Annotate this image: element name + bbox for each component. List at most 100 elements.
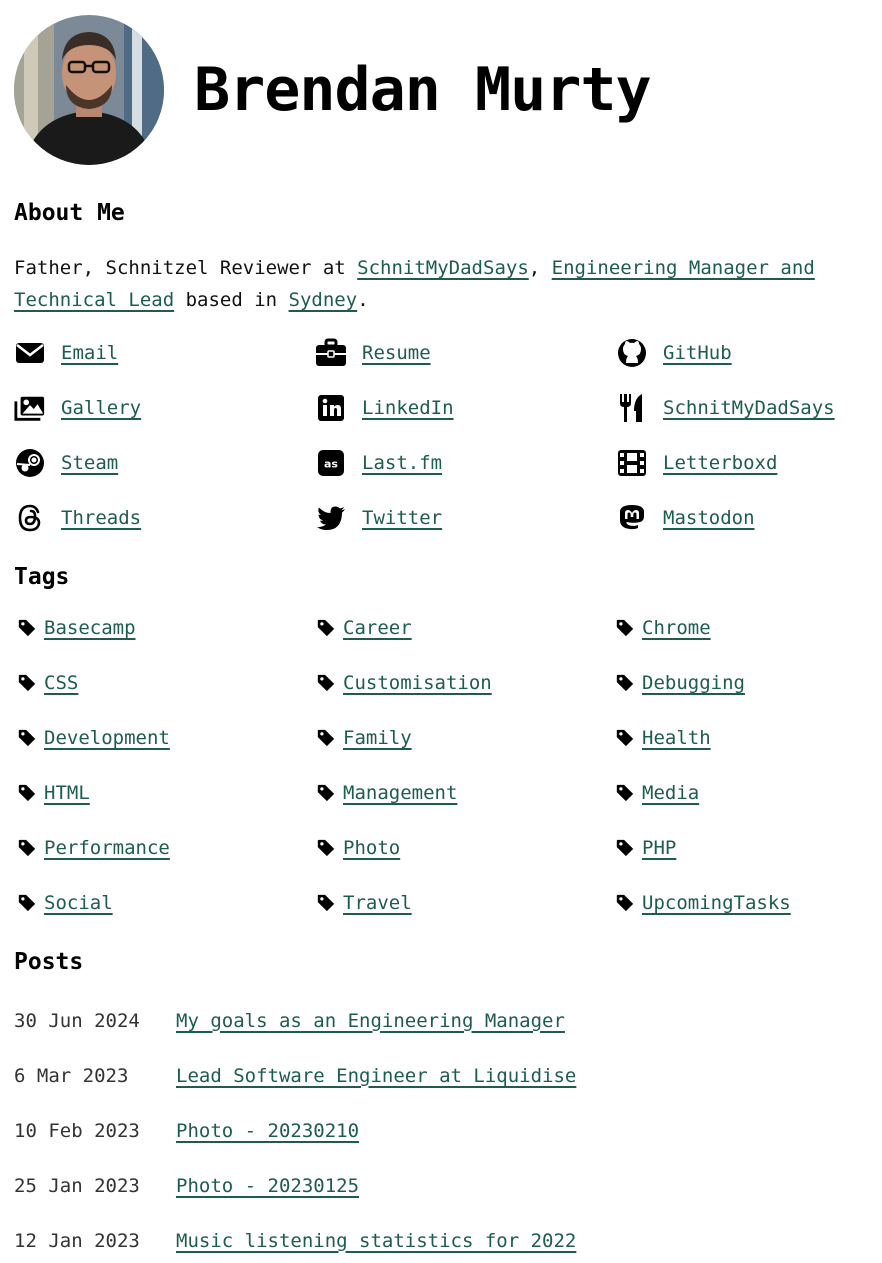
resume-link[interactable]: Resume [362, 342, 431, 364]
post-title-link[interactable]: Music listening statistics for 2022 [176, 1230, 576, 1252]
tag-icon [615, 837, 637, 859]
tag-item: Management [313, 773, 612, 813]
tag-link[interactable]: Basecamp [44, 617, 136, 639]
steam-link[interactable]: Steam [61, 452, 118, 474]
tag-link[interactable]: Career [343, 617, 412, 639]
tag-icon [17, 617, 39, 639]
post-date: 6 Mar 2023 [14, 1064, 129, 1087]
link-item-linkedin: LinkedIn [315, 388, 616, 428]
briefcase-icon [315, 337, 351, 369]
tag-icon [316, 837, 338, 859]
posts-list: 30 Jun 2024 My goals as an Engineering Ma… [14, 993, 874, 1263]
about-text-part: . [357, 289, 369, 311]
tag-item: Media [612, 773, 874, 813]
tag-icon [17, 782, 39, 804]
tags-list: Basecamp Career Chrome CSS Customisation Debu… [14, 608, 874, 938]
tag-item: Social [14, 883, 313, 923]
svg-text:as: as [324, 458, 338, 471]
tag-icon [17, 727, 39, 749]
tag-item: Travel [313, 883, 612, 923]
tag-link[interactable]: Chrome [642, 617, 711, 639]
tag-item: UpcomingTasks [612, 883, 874, 923]
tag-link[interactable]: CSS [44, 672, 78, 694]
twitter-link[interactable]: Twitter [362, 507, 442, 529]
tag-link[interactable]: Performance [44, 837, 170, 859]
tag-item: Debugging [612, 663, 874, 703]
post-row: 6 Mar 2023 Lead Software Engineer at Liqu… [14, 1048, 874, 1103]
post-row: 12 Jan 2023 Music listening statistics fo… [14, 1213, 874, 1263]
steam-icon [14, 447, 50, 479]
post-title-link[interactable]: My goals as an Engineering Manager [176, 1010, 565, 1032]
tag-item: CSS [14, 663, 313, 703]
github-link[interactable]: GitHub [663, 342, 732, 364]
tag-item: Performance [14, 828, 313, 868]
tag-icon [615, 782, 637, 804]
tag-link[interactable]: HTML [44, 782, 90, 804]
social-links: Email Resume GitHub Gallery LinkedIn Sch… [14, 333, 874, 553]
tag-item: Customisation [313, 663, 612, 703]
email-link[interactable]: Email [61, 342, 118, 364]
linkedin-link[interactable]: LinkedIn [362, 397, 454, 419]
tag-link[interactable]: Family [343, 727, 412, 749]
tag-icon [17, 837, 39, 859]
tag-item: Chrome [612, 608, 874, 648]
posts-heading: Posts [14, 949, 84, 975]
link-item-letterboxd: Letterboxd [616, 443, 874, 483]
utensils-icon [616, 392, 652, 424]
avatar-photo [14, 15, 164, 165]
tag-link[interactable]: Management [343, 782, 457, 804]
about-text-part: Father, Schnitzel Reviewer at [14, 257, 358, 279]
link-item-schnitmydadsays: SchnitMyDadSays [616, 388, 874, 428]
tag-link[interactable]: Social [44, 892, 113, 914]
tag-link[interactable]: Media [642, 782, 699, 804]
link-item-twitter: Twitter [315, 498, 616, 538]
link-item-threads: Threads [14, 498, 315, 538]
tag-link[interactable]: Health [642, 727, 711, 749]
tag-icon [316, 617, 338, 639]
tag-item: Basecamp [14, 608, 313, 648]
schnitmydadsays-social-link[interactable]: SchnitMyDadSays [663, 397, 835, 419]
post-title-link[interactable]: Photo - 20230125 [176, 1175, 359, 1197]
tag-link[interactable]: Debugging [642, 672, 745, 694]
link-item-steam: Steam [14, 443, 315, 483]
post-row: 10 Feb 2023 Photo - 20230210 [14, 1103, 874, 1158]
mastodon-link[interactable]: Mastodon [663, 507, 755, 529]
twitter-icon [315, 502, 351, 534]
post-title-link[interactable]: Lead Software Engineer at Liquidise [176, 1065, 576, 1087]
tag-icon [17, 892, 39, 914]
envelope-icon [14, 337, 50, 369]
schnitmydadsays-link[interactable]: SchnitMyDadSays [357, 257, 529, 279]
linkedin-icon [315, 392, 351, 424]
link-item-lastfm: as Last.fm [315, 443, 616, 483]
post-row: 30 Jun 2024 My goals as an Engineering Ma… [14, 993, 874, 1048]
tag-icon [615, 672, 637, 694]
threads-link[interactable]: Threads [61, 507, 141, 529]
tag-item: Health [612, 718, 874, 758]
post-date: 12 Jan 2023 [14, 1229, 140, 1252]
gallery-link[interactable]: Gallery [61, 397, 141, 419]
lastfm-icon: as [315, 447, 351, 479]
tag-item: Photo [313, 828, 612, 868]
link-item-resume: Resume [315, 333, 616, 373]
about-heading: About Me [14, 200, 125, 226]
tag-link[interactable]: Photo [343, 837, 400, 859]
tag-icon [615, 892, 637, 914]
sydney-link[interactable]: Sydney [289, 289, 358, 311]
about-text-part: , [528, 257, 552, 279]
post-date: 30 Jun 2024 [14, 1009, 140, 1032]
post-row: 25 Jan 2023 Photo - 20230125 [14, 1158, 874, 1213]
letterboxd-link[interactable]: Letterboxd [663, 452, 777, 474]
tag-link[interactable]: UpcomingTasks [642, 892, 791, 914]
tag-link[interactable]: Customisation [343, 672, 492, 694]
tag-link[interactable]: Development [44, 727, 170, 749]
lastfm-link[interactable]: Last.fm [362, 452, 442, 474]
post-date: 25 Jan 2023 [14, 1174, 140, 1197]
tag-link[interactable]: PHP [642, 837, 676, 859]
tag-icon [316, 672, 338, 694]
tag-icon [615, 727, 637, 749]
about-text: Father, Schnitzel Reviewer at SchnitMyDa… [14, 252, 870, 316]
tag-icon [17, 672, 39, 694]
avatar [14, 15, 164, 165]
post-title-link[interactable]: Photo - 20230210 [176, 1120, 359, 1142]
tag-link[interactable]: Travel [343, 892, 412, 914]
